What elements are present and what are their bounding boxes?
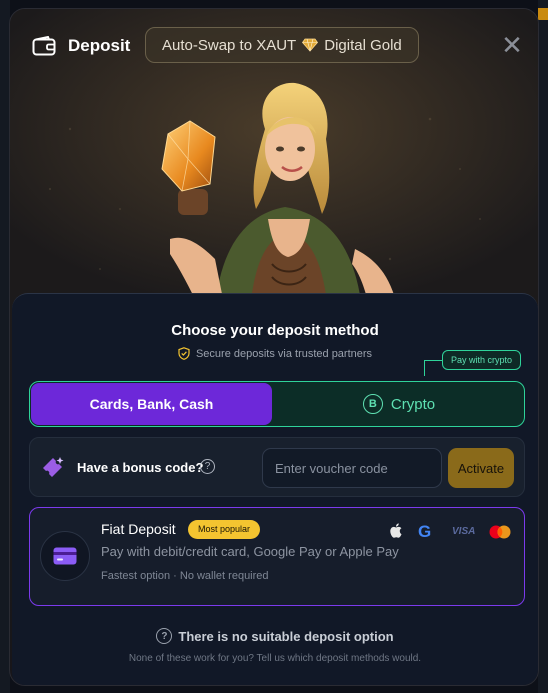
activate-button[interactable]: Activate bbox=[448, 448, 514, 488]
fiat-deposit-description: Pay with debit/credit card, Google Pay o… bbox=[101, 544, 399, 559]
secure-text: Secure deposits via trusted partners bbox=[195, 347, 373, 360]
tab-crypto-label: Crypto bbox=[390, 395, 436, 413]
mastercard-icon bbox=[489, 525, 511, 539]
fiat-deposit-subtext: Fastest option · No wallet required bbox=[101, 570, 269, 582]
deposit-modal: Deposit Auto-Swap to XAUT Digital Gold ✕… bbox=[9, 8, 539, 686]
background-accent bbox=[538, 8, 548, 20]
digital-gold-label: Digital Gold bbox=[324, 36, 402, 54]
panel-heading: Choose your deposit method bbox=[171, 322, 379, 339]
auto-swap-chip[interactable]: Auto-Swap to XAUT Digital Gold bbox=[145, 27, 419, 63]
credit-card-icon bbox=[40, 531, 90, 581]
no-suitable-option[interactable]: ? There is no suitable deposit option bbox=[12, 628, 538, 644]
most-popular-badge: Most popular bbox=[188, 520, 261, 539]
close-icon[interactable]: ✕ bbox=[494, 27, 530, 63]
visa-icon: VISA bbox=[452, 526, 476, 537]
bonus-code-row: Have a bonus code? ? Activate bbox=[29, 437, 525, 497]
help-icon[interactable]: ? bbox=[200, 459, 215, 474]
no-suitable-title: There is no suitable deposit option bbox=[178, 628, 394, 644]
deposit-method-tabs: Cards, Bank, Cash B Crypto bbox=[29, 381, 525, 427]
tooltip-connector bbox=[424, 360, 442, 376]
tab-crypto[interactable]: B Crypto bbox=[274, 383, 524, 425]
voucher-code-input[interactable] bbox=[262, 448, 442, 488]
crypto-tooltip: Pay with crypto bbox=[442, 350, 522, 370]
modal-header: Deposit Auto-Swap to XAUT Digital Gold ✕ bbox=[10, 27, 538, 67]
question-icon: ? bbox=[156, 628, 173, 644]
shield-check-icon bbox=[178, 347, 190, 360]
modal-title: Deposit bbox=[68, 36, 131, 55]
google-icon: G bbox=[418, 522, 432, 541]
gem-icon bbox=[302, 38, 319, 52]
background-edge-right bbox=[538, 0, 548, 693]
payment-icons: G VISA bbox=[388, 523, 516, 543]
bitcoin-icon: B bbox=[362, 394, 383, 414]
fiat-deposit-title: Fiat Deposit bbox=[101, 521, 176, 537]
no-suitable-subtitle: None of these work for you? Tell us whic… bbox=[128, 653, 422, 664]
tab-cards-bank-cash[interactable]: Cards, Bank, Cash bbox=[31, 383, 272, 425]
wallet-icon bbox=[32, 36, 56, 56]
apple-icon bbox=[390, 523, 402, 538]
fiat-deposit-option[interactable]: Fiat Deposit Most popular Pay with debit… bbox=[29, 507, 525, 606]
auto-swap-label: Auto-Swap to XAUT bbox=[162, 36, 297, 54]
bonus-code-label: Have a bonus code? bbox=[77, 460, 204, 475]
deposit-method-panel: Choose your deposit method Secure deposi… bbox=[12, 293, 538, 685]
ticket-icon bbox=[43, 457, 64, 477]
